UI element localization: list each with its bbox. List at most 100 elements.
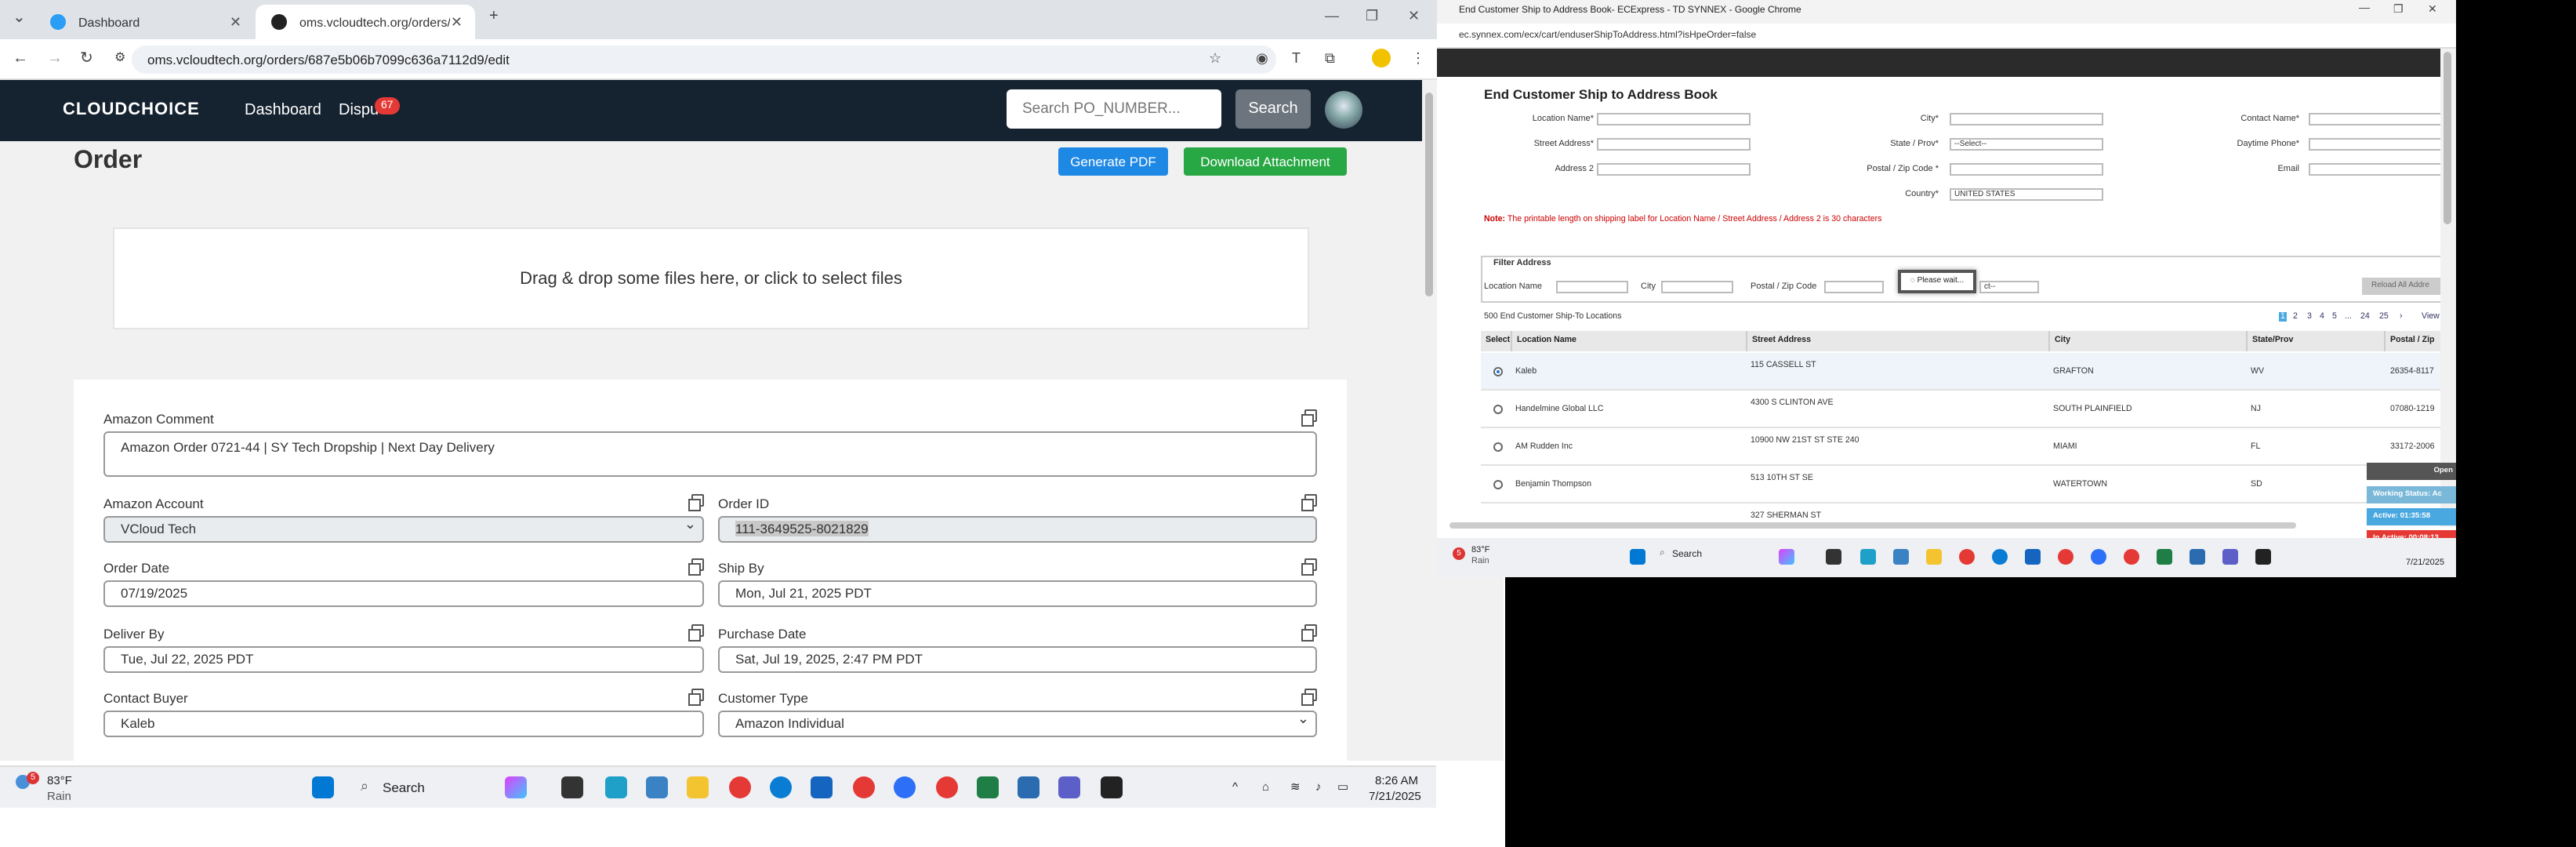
search-icon[interactable]: ⌕ xyxy=(1660,549,1665,560)
next-page-icon[interactable]: › xyxy=(2400,312,2403,322)
tab-menu-chevron-icon[interactable]: ⌄ xyxy=(13,9,26,27)
avatar[interactable] xyxy=(1325,91,1362,129)
wifi-icon[interactable]: ≋ xyxy=(1290,780,1301,794)
scrollbar-thumb[interactable] xyxy=(2444,52,2451,224)
app-icon[interactable] xyxy=(1018,776,1039,798)
close-tab-icon[interactable]: ✕ xyxy=(451,13,463,31)
url-field[interactable]: oms.vcloudtech.org/orders/687e5b06b7099c… xyxy=(132,45,1276,74)
row-radio[interactable] xyxy=(1493,480,1503,489)
cloudchoice-logo[interactable]: CLOUDCHOICE xyxy=(63,100,200,119)
zoom-icon[interactable] xyxy=(2091,549,2106,565)
widgets-icon[interactable] xyxy=(505,776,527,798)
chrome-icon[interactable] xyxy=(729,776,751,798)
bookmark-star-icon[interactable]: ☆ xyxy=(1209,50,1221,67)
taskbar-search[interactable]: Search xyxy=(383,780,425,795)
col-city[interactable]: City xyxy=(2050,331,2248,351)
close-window-icon[interactable]: ✕ xyxy=(1408,8,1420,25)
country-select[interactable]: UNITED STATES xyxy=(1950,188,2103,201)
app-icon[interactable] xyxy=(2255,549,2271,565)
row-radio[interactable] xyxy=(1493,442,1503,452)
street-address-input[interactable] xyxy=(1597,138,1751,151)
scrollbar-thumb[interactable] xyxy=(1425,93,1433,296)
page-25[interactable]: 25 xyxy=(2379,312,2389,322)
windows-start-icon[interactable] xyxy=(312,776,334,798)
teams-icon[interactable] xyxy=(2222,549,2238,565)
taskbar-search[interactable]: Search xyxy=(1672,551,1702,560)
network-icon[interactable]: ⌂ xyxy=(1262,780,1269,794)
maximize-icon[interactable]: ❐ xyxy=(2393,3,2404,16)
back-icon[interactable]: ← xyxy=(13,50,28,67)
location-name-input[interactable] xyxy=(1597,113,1751,125)
postal-input[interactable] xyxy=(1950,163,2103,176)
chrome-icon[interactable] xyxy=(1959,549,1975,565)
col-location-name[interactable]: Location Name xyxy=(1512,331,1747,351)
row-radio[interactable] xyxy=(1493,367,1503,376)
city-input[interactable] xyxy=(1950,113,2103,125)
url-field[interactable]: ec.synnex.com/ecx/cart/enduserShipToAddr… xyxy=(1437,24,2456,49)
file-dropzone[interactable]: Drag & drop some files here, or click to… xyxy=(113,227,1309,329)
tab-order-edit[interactable]: oms.vcloudtech.org/orders/687 ✕ xyxy=(256,5,475,39)
text-extension-icon[interactable]: T xyxy=(1292,50,1301,66)
edge-icon[interactable] xyxy=(1992,549,2008,565)
close-tab-icon[interactable]: ✕ xyxy=(230,13,241,31)
contact-name-input[interactable] xyxy=(2309,113,2450,125)
search-icon[interactable]: ⌕ xyxy=(361,778,368,795)
puzzle-icon[interactable]: ⧉ xyxy=(1325,50,1335,67)
outlook-icon[interactable] xyxy=(811,776,833,798)
tray-chevron-icon[interactable]: ^ xyxy=(1232,780,1238,794)
table-row[interactable]: Handelmine Global LLC 4300 S CLINTON AVE… xyxy=(1481,391,2456,428)
reload-icon[interactable]: ↻ xyxy=(80,50,93,67)
clock-date[interactable]: 7/21/2025 xyxy=(2406,558,2444,568)
app-icon[interactable] xyxy=(1101,776,1123,798)
table-row[interactable]: 327 SHERMAN ST xyxy=(1481,503,2456,522)
excel-icon[interactable] xyxy=(2157,549,2172,565)
horizontal-scrollbar[interactable] xyxy=(1449,522,2296,529)
app-icon[interactable] xyxy=(2190,549,2205,565)
col-street-address[interactable]: Street Address xyxy=(1747,331,2050,351)
chrome-active-icon[interactable] xyxy=(2058,549,2073,565)
col-state[interactable]: State/Prov xyxy=(2248,331,2386,351)
tab-dashboard[interactable]: Dashboard ✕ xyxy=(34,5,254,39)
page-scrollbar[interactable] xyxy=(1422,80,1438,761)
row-radio[interactable] xyxy=(1493,405,1503,414)
page-1[interactable]: 1 xyxy=(2279,312,2287,322)
page-5[interactable]: 5 xyxy=(2332,312,2337,322)
view-link[interactable]: View xyxy=(2422,312,2440,322)
page-2[interactable]: 2 xyxy=(2293,312,2298,322)
teams-icon[interactable] xyxy=(1058,776,1080,798)
windows-start-icon[interactable] xyxy=(1630,549,1645,565)
status-open[interactable]: Open xyxy=(2367,463,2456,480)
clock-time[interactable]: 8:26 AM xyxy=(1375,773,1418,787)
file-explorer-icon[interactable] xyxy=(1926,549,1942,565)
table-row[interactable]: Benjamin Thompson 513 10TH ST SE WATERTO… xyxy=(1481,466,2456,503)
page-3[interactable]: 3 xyxy=(2307,312,2312,322)
page-24[interactable]: 24 xyxy=(2360,312,2370,322)
table-row[interactable]: AM Rudden Inc 10900 NW 21ST ST STE 240 M… xyxy=(1481,428,2456,466)
search-button[interactable]: Search xyxy=(1235,89,1311,129)
chrome-profile-icon[interactable] xyxy=(936,776,958,798)
task-view-icon[interactable] xyxy=(1826,549,1841,565)
volume-icon[interactable]: ♪ xyxy=(1315,780,1322,794)
chrome-profile-icon[interactable] xyxy=(2124,549,2139,565)
po-search-input[interactable] xyxy=(1007,89,1221,129)
battery-icon[interactable]: ▭ xyxy=(1337,780,1348,794)
close-window-icon[interactable]: ✕ xyxy=(2428,3,2437,16)
email-input[interactable] xyxy=(2309,163,2450,176)
new-tab-icon[interactable]: + xyxy=(489,8,499,25)
page-4[interactable]: 4 xyxy=(2320,312,2324,322)
app-icon[interactable] xyxy=(605,776,627,798)
profile-icon[interactable] xyxy=(1372,49,1391,67)
outlook-icon[interactable] xyxy=(2025,549,2041,565)
chrome-active-icon[interactable] xyxy=(853,776,875,798)
edge-icon[interactable] xyxy=(770,776,792,798)
generate-pdf-button[interactable]: Generate PDF xyxy=(1058,147,1168,176)
calculator-icon[interactable] xyxy=(646,776,668,798)
table-row[interactable]: Kaleb 115 CASSELL ST GRAFTON WV 26354-81… xyxy=(1481,353,2456,391)
forward-icon[interactable]: → xyxy=(47,50,63,67)
zoom-icon[interactable] xyxy=(894,776,916,798)
clock-date[interactable]: 7/21/2025 xyxy=(1369,789,1421,803)
maximize-icon[interactable]: ❐ xyxy=(1366,8,1378,25)
vertical-scrollbar[interactable] xyxy=(2440,49,2456,527)
extension-icon[interactable]: ◉ xyxy=(1256,50,1268,67)
filter-select[interactable]: ct-- xyxy=(1979,281,2039,293)
